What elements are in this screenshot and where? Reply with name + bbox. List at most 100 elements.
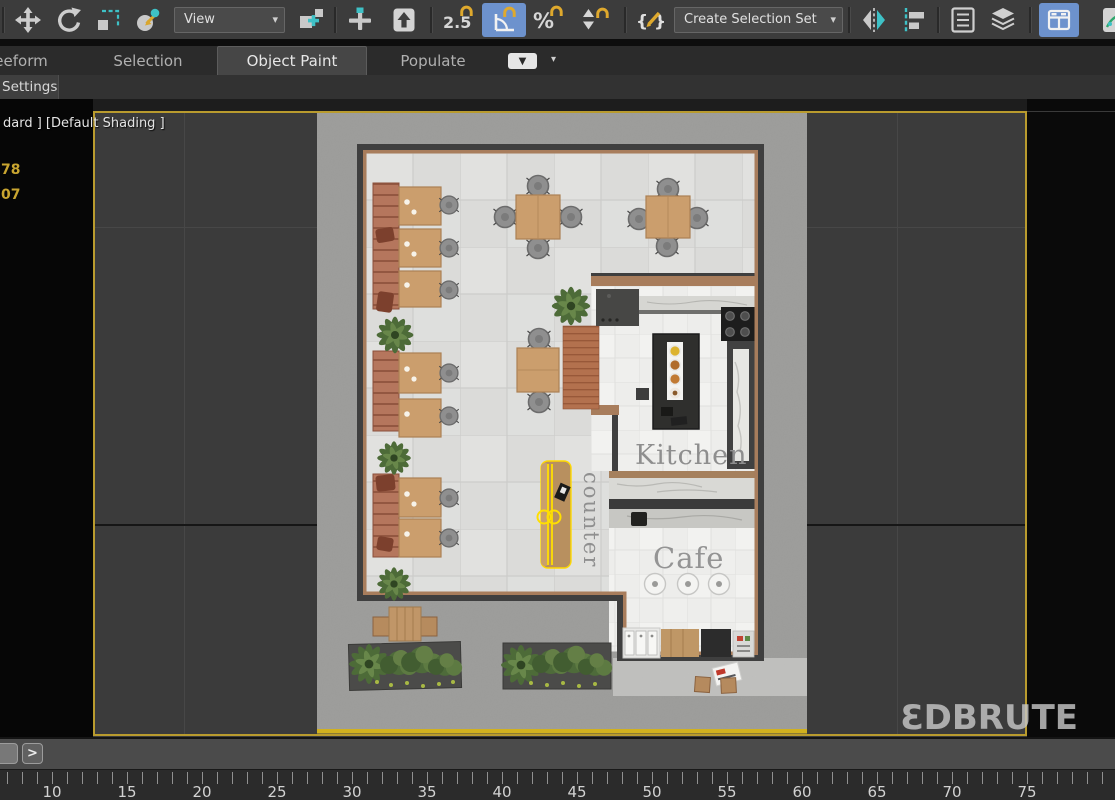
tab-populate[interactable]: Populate	[383, 46, 483, 75]
timeline-frame-label: 15	[117, 783, 136, 800]
right-viewport-strip[interactable]	[1027, 99, 1115, 737]
timeline-tick	[1072, 772, 1073, 784]
timeline-tick	[937, 772, 938, 784]
chevron-down-icon: ▼	[519, 56, 527, 67]
timeline-tick	[217, 772, 218, 784]
curve-editor-icon[interactable]	[1101, 3, 1115, 37]
timeline-tick	[517, 772, 518, 784]
snaps-toggle-icon[interactable]: 2.5	[436, 3, 482, 37]
timeline-tick	[157, 772, 158, 784]
mirror-icon[interactable]	[854, 3, 894, 37]
viewport-value-readout: 07	[1, 187, 20, 203]
timeline-tick	[382, 772, 383, 784]
timeline-frame-label: 70	[942, 783, 961, 800]
viewport-value-readout: 78	[1, 162, 20, 178]
chevron-down-icon[interactable]: ▾	[551, 54, 556, 65]
keyboard-shortcut-override-icon[interactable]	[384, 3, 424, 37]
timeline-tick	[82, 772, 83, 784]
named-selection-set-dropdown[interactable]: Create Selection Set ▾	[674, 7, 843, 33]
edit-named-selection-sets-icon[interactable]: { }	[630, 3, 670, 37]
coordinate-system-value: View	[184, 12, 262, 27]
angle-snap-toggle-icon[interactable]	[482, 3, 526, 37]
align-icon[interactable]	[894, 3, 934, 37]
layer-explorer-icon[interactable]	[983, 3, 1023, 37]
toolbar-separator	[430, 7, 433, 33]
chevron-down-icon: ▾	[830, 13, 836, 26]
timeline-frame-label: 50	[642, 783, 661, 800]
viewport-label[interactable]: dard ] [Default Shading ]	[3, 116, 165, 131]
yellow-curb-line	[317, 729, 807, 734]
timeline-tick	[472, 772, 473, 784]
timeline-tick	[862, 772, 863, 784]
timeline-frame-label: 20	[192, 783, 211, 800]
timeline-tick	[37, 772, 38, 784]
timeline-tick	[697, 772, 698, 784]
toolbar-separator	[624, 7, 627, 33]
timeline-tick	[712, 772, 713, 784]
svg-text:2.5: 2.5	[443, 13, 471, 32]
timeline-tick	[847, 772, 848, 784]
timeline-tick	[967, 772, 968, 784]
select-and-place-icon[interactable]	[128, 3, 168, 37]
brick-walkway	[563, 326, 599, 409]
selected-counter-object[interactable]	[538, 461, 572, 568]
spinner-snap-toggle-icon[interactable]	[572, 3, 618, 37]
scene-explorer-icon[interactable]	[943, 3, 983, 37]
timeline-tick	[1042, 772, 1043, 784]
ribbon-top-strip	[0, 39, 1115, 46]
main-toolbar: View ▾ 2.5 % { } Create Select	[0, 0, 1115, 39]
timeline-tick	[832, 772, 833, 784]
timeline-ruler[interactable]: 1015202530354045505560657075	[0, 769, 1115, 800]
toolbar-separator	[848, 7, 851, 33]
timeline-tick	[142, 772, 143, 784]
timeline-frame-label: 10	[42, 783, 61, 800]
panel-settings[interactable]: Settings	[0, 75, 59, 99]
timeline-tick	[982, 772, 983, 784]
timeline-tick	[742, 772, 743, 784]
timeline-tick	[622, 772, 623, 784]
active-viewport[interactable]: Kitchen Cafe	[93, 111, 1027, 736]
select-and-move-icon[interactable]	[8, 3, 48, 37]
viewport-gap-band	[0, 99, 1115, 111]
selection-set-value: Create Selection Set	[684, 12, 820, 27]
next-frame-button[interactable]: >	[22, 743, 43, 764]
reference-coordinate-system-dropdown[interactable]: View ▾	[174, 7, 285, 33]
timeline-frame-label: 35	[417, 783, 436, 800]
watermark-logo: 3DBRUTE	[900, 701, 1078, 735]
timeline-tick	[787, 772, 788, 784]
timeline-tick	[607, 772, 608, 784]
timeline-frame-label: 60	[792, 783, 811, 800]
tab-selection[interactable]: Selection	[93, 46, 203, 75]
ribbon-tab-bar: eeform Selection Object Paint Populate ▼…	[0, 46, 1115, 75]
kitchen-label: Kitchen	[635, 440, 748, 471]
timeline-tick	[187, 772, 188, 784]
cafe-floorplan-render[interactable]: Kitchen Cafe	[317, 112, 807, 736]
timeline-frame-label: 75	[1017, 783, 1036, 800]
ribbon-panel-row: Settings	[0, 75, 1115, 99]
timeline-frame-label: 40	[492, 783, 511, 800]
timeline-tick	[397, 772, 398, 784]
timeline-tick	[682, 772, 683, 784]
select-and-manipulate-icon[interactable]	[340, 3, 380, 37]
timeline-tick	[67, 772, 68, 784]
timeline-tick	[262, 772, 263, 784]
select-and-rotate-icon[interactable]	[48, 3, 88, 37]
timeline-tick	[532, 772, 533, 784]
ribbon-display-dropdown[interactable]: ▼	[508, 53, 537, 69]
timeline-tick	[907, 772, 908, 784]
use-pivot-point-center-icon[interactable]	[291, 3, 331, 37]
counter-label: counter	[579, 472, 603, 568]
timeline-tick	[412, 772, 413, 784]
time-slider-row[interactable]: >	[0, 739, 1115, 769]
percent-snap-toggle-icon[interactable]: %	[526, 3, 572, 37]
timeline-tick	[667, 772, 668, 784]
ribbon-toggle-icon[interactable]	[1039, 3, 1079, 37]
timeline-tick	[1087, 772, 1088, 784]
tab-object-paint[interactable]: Object Paint	[217, 46, 367, 75]
toolbar-separator	[2, 7, 5, 33]
timeline-tick	[112, 772, 113, 784]
select-and-scale-icon[interactable]	[88, 3, 128, 37]
timeline-tick	[547, 772, 548, 784]
tab-freeform[interactable]: eeform	[0, 46, 60, 75]
time-slider-handle[interactable]	[0, 743, 18, 764]
